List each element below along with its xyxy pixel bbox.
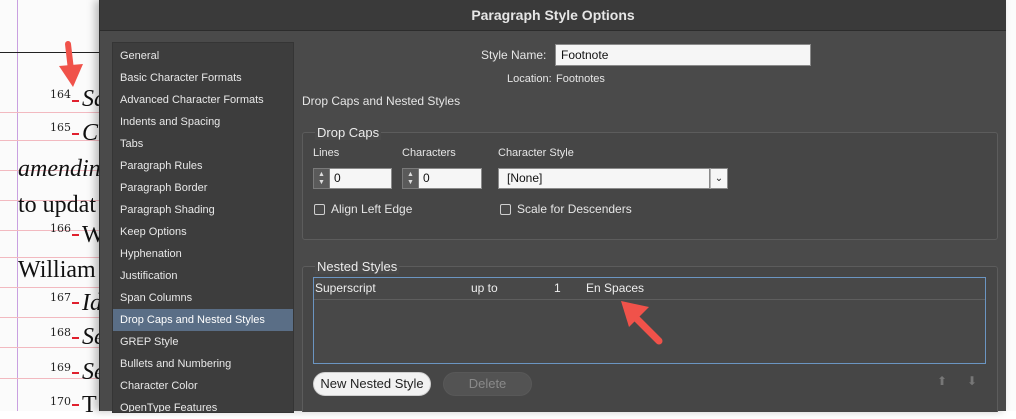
footnote-mark (72, 302, 79, 304)
footnote-mark (72, 234, 79, 236)
sidebar-item-tabs[interactable]: Tabs (113, 133, 293, 155)
body-text-line: amendin (18, 156, 101, 182)
up-down-arrows-icon[interactable]: ▲ ▼ (402, 168, 419, 189)
lines-label: Lines (313, 147, 340, 159)
footnote-number: 169 (50, 361, 71, 374)
footnote-mark (72, 133, 79, 135)
footnote-number: 166 (50, 222, 71, 235)
sidebar-item-paragraph-shading[interactable]: Paragraph Shading (113, 199, 293, 221)
footnote-number: 170 (50, 395, 71, 408)
arrow-up-icon[interactable]: ⬆ (937, 374, 947, 388)
sidebar-item-paragraph-rules[interactable]: Paragraph Rules (113, 155, 293, 177)
footnote-mark (72, 404, 79, 406)
body-text-line: William (18, 257, 96, 283)
characters-label: Characters (402, 147, 456, 159)
drop-caps-title: Drop Caps (315, 125, 382, 140)
nested-style-mode[interactable]: up to (471, 281, 498, 295)
chevron-down-icon[interactable]: ⌄ (710, 168, 728, 189)
footnote-mark (72, 372, 79, 374)
nested-style-count[interactable]: 1 (554, 281, 561, 295)
dialog-title: Paragraph Style Options (471, 7, 635, 23)
category-list: General Basic Character Formats Advanced… (112, 42, 294, 413)
footnote-number: 165 (50, 121, 71, 134)
nested-style-character-style[interactable]: Superscript (315, 281, 376, 295)
sidebar-item-bullets-and-numbering[interactable]: Bullets and Numbering (113, 353, 293, 375)
character-style-value[interactable]: [None] (498, 168, 710, 189)
character-style-select[interactable]: [None] ⌄ (498, 168, 728, 189)
footnote-number: 167 (50, 291, 71, 304)
up-down-arrows-icon[interactable]: ▲ ▼ (313, 168, 330, 189)
lines-stepper[interactable]: ▲ ▼ 0 (313, 168, 392, 189)
style-name-label: Style Name: (481, 48, 547, 62)
location-value: Footnotes (556, 73, 605, 85)
sidebar-item-keep-options[interactable]: Keep Options (113, 221, 293, 243)
sidebar-item-drop-caps-and-nested-styles[interactable]: Drop Caps and Nested Styles (113, 309, 293, 331)
arrow-down-icon[interactable]: ⬇ (967, 374, 977, 388)
lines-input[interactable]: 0 (330, 168, 392, 189)
sidebar-item-indents-and-spacing[interactable]: Indents and Spacing (113, 111, 293, 133)
align-left-edge-checkbox[interactable] (314, 204, 325, 215)
footnote-number: 168 (50, 326, 71, 339)
footnote-mark (72, 100, 79, 102)
new-nested-style-button[interactable]: New Nested Style (313, 372, 431, 396)
section-heading: Drop Caps and Nested Styles (302, 94, 461, 108)
align-left-edge-label: Align Left Edge (331, 202, 413, 216)
sidebar-item-advanced-character-formats[interactable]: Advanced Character Formats (113, 89, 293, 111)
callout-arrow-icon (59, 41, 83, 87)
sidebar-item-paragraph-border[interactable]: Paragraph Border (113, 177, 293, 199)
dialog-titlebar[interactable]: Paragraph Style Options (100, 0, 1006, 31)
nested-styles-title: Nested Styles (315, 259, 400, 274)
characters-input[interactable]: 0 (419, 168, 482, 189)
baseline-guide (0, 317, 100, 318)
nested-style-delimiter[interactable]: En Spaces (586, 281, 644, 295)
character-style-label: Character Style (498, 147, 574, 159)
location-label: Location: (507, 73, 552, 85)
sidebar-item-character-color[interactable]: Character Color (113, 375, 293, 397)
sidebar-item-span-columns[interactable]: Span Columns (113, 287, 293, 309)
callout-arrow-icon (621, 301, 663, 345)
sidebar-item-justification[interactable]: Justification (113, 265, 293, 287)
scale-for-descenders-checkbox[interactable] (500, 204, 511, 215)
footnote-text: C (82, 120, 99, 146)
sidebar-item-general[interactable]: General (113, 45, 293, 67)
delete-button[interactable]: Delete (443, 372, 532, 396)
baseline-guide (0, 287, 100, 288)
body-text-line: to updat (18, 192, 96, 218)
footnote-mark (72, 337, 79, 339)
sidebar-item-basic-character-formats[interactable]: Basic Character Formats (113, 67, 293, 89)
paragraph-style-options-dialog: Paragraph Style Options General Basic Ch… (99, 0, 1006, 413)
characters-stepper[interactable]: ▲ ▼ 0 (402, 168, 482, 189)
sidebar-item-hyphenation[interactable]: Hyphenation (113, 243, 293, 265)
footnote-text: T (82, 392, 97, 418)
sidebar-item-grep-style[interactable]: GREP Style (113, 331, 293, 353)
style-name-input[interactable]: Footnote (555, 44, 811, 66)
scale-for-descenders-label: Scale for Descenders (517, 202, 632, 216)
